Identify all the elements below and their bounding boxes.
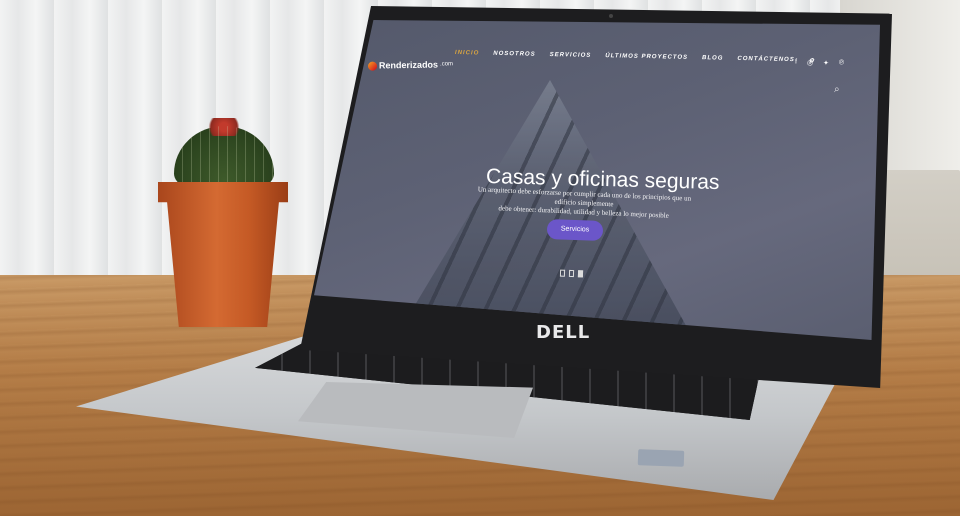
terracotta-pot	[158, 182, 288, 327]
nav-blog: BLOG	[701, 55, 724, 62]
laptop-brand-logo: DELL	[536, 322, 591, 343]
site-logo: Renderizados .com	[367, 59, 454, 71]
logo-icon	[367, 61, 378, 71]
laptop-sticker	[637, 449, 685, 467]
facebook-icon: f	[794, 58, 798, 66]
nav-contactenos: CONTÁCTENOS	[737, 55, 795, 64]
nav-nosotros: NOSOTROS	[493, 50, 536, 58]
slider-dot	[568, 269, 575, 278]
slider-dots	[559, 269, 584, 278]
hero-services-button: Servicios	[546, 219, 604, 241]
webcam	[609, 14, 613, 18]
nav-servicios: SERVICIOS	[549, 51, 592, 59]
social-icons: f ◎ ✦ ℗	[795, 58, 844, 67]
slider-dot	[559, 269, 566, 277]
nav-inicio: INICIO	[454, 50, 480, 57]
logo-suffix: .com	[439, 61, 454, 68]
slider-dot-active	[577, 270, 584, 278]
pinterest-icon: ℗	[838, 59, 845, 67]
logo-text: Renderizados	[378, 59, 439, 71]
search-icon: ⌕	[834, 84, 840, 95]
instagram-icon: ◎	[806, 59, 814, 67]
twitter-icon: ✦	[822, 60, 829, 68]
